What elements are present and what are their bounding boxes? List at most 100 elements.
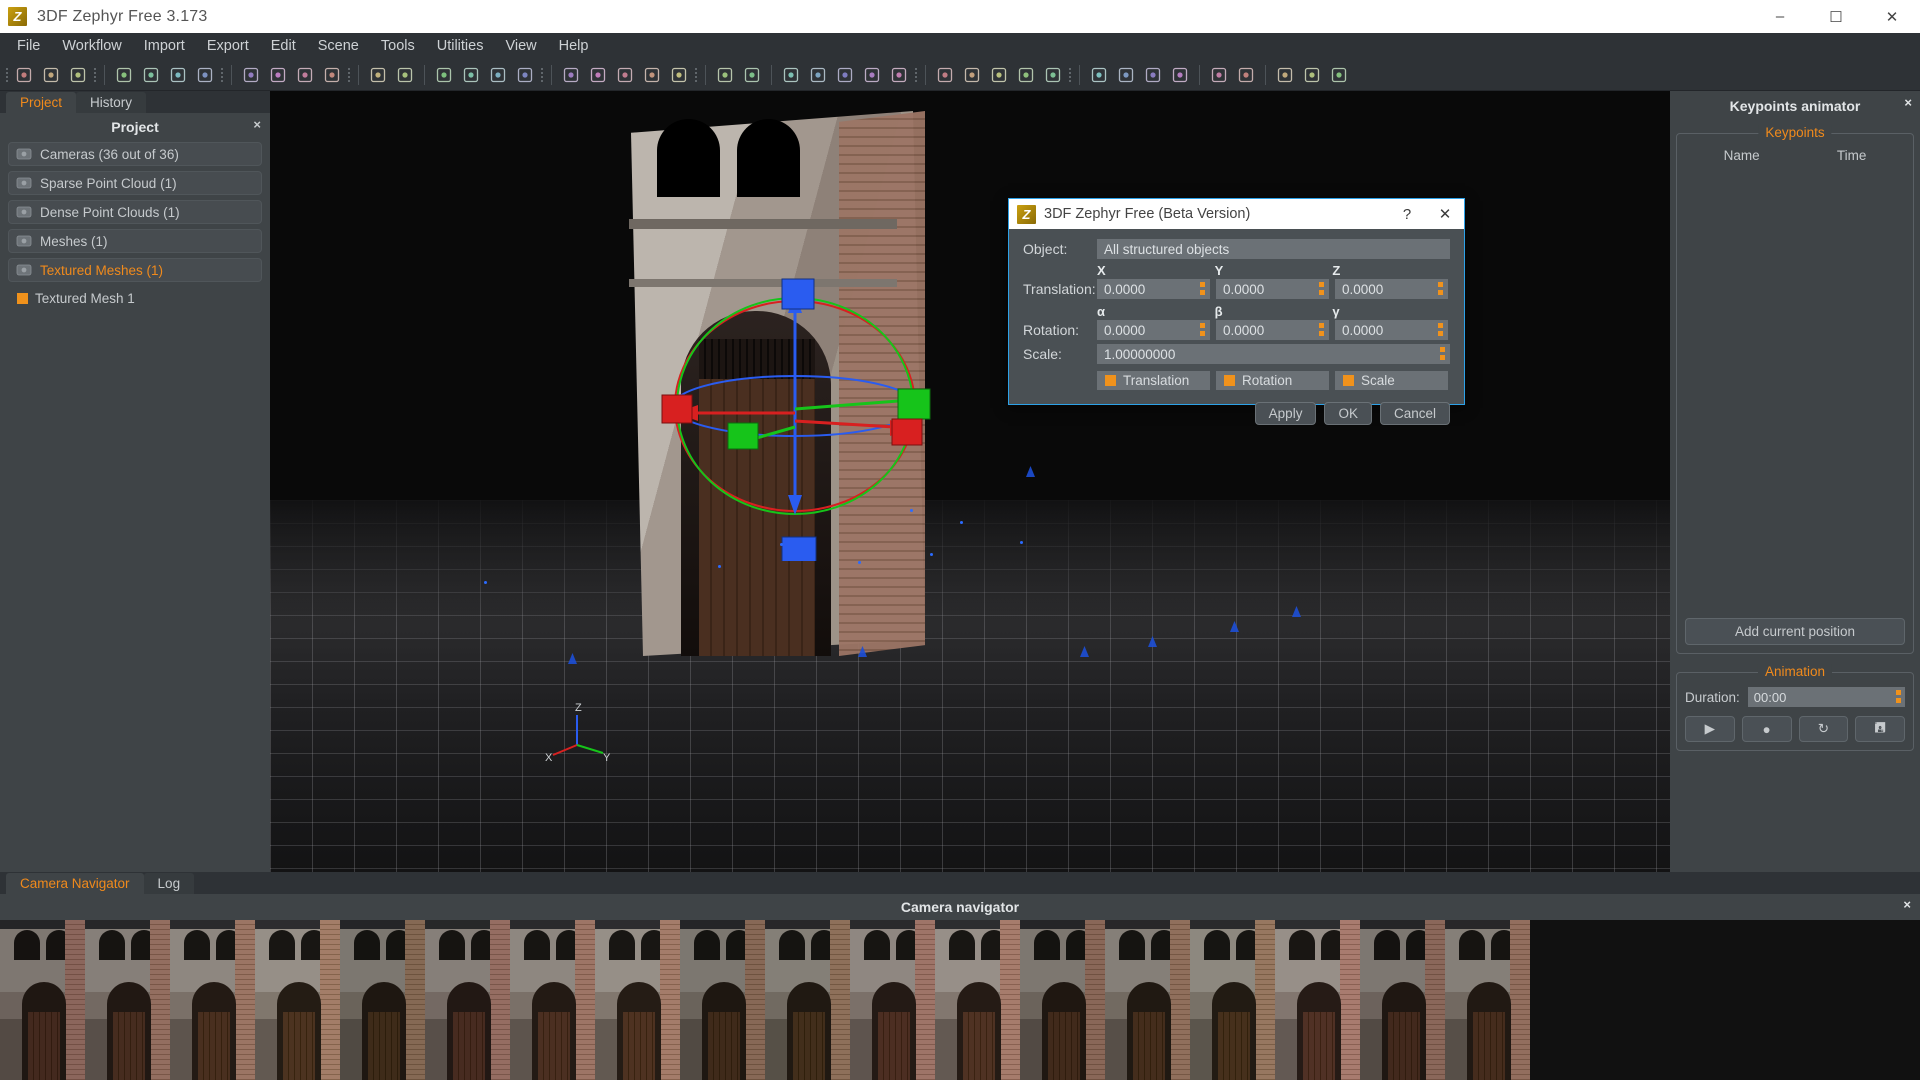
- checkbox-scale[interactable]: Scale: [1335, 371, 1448, 390]
- rotation-beta-field[interactable]: 0.0000: [1216, 320, 1329, 340]
- scale-tool-icon[interactable]: [1167, 62, 1193, 88]
- camera-thumbnail[interactable]: [255, 920, 340, 1080]
- minimize-button[interactable]: –: [1752, 0, 1808, 33]
- keypoints-panel-close-icon[interactable]: ×: [1904, 95, 1912, 110]
- camera-thumbnail[interactable]: [510, 920, 595, 1080]
- camera-thumbnail[interactable]: [935, 920, 1020, 1080]
- toolbar-grip[interactable]: [913, 64, 919, 86]
- camera-thumbnail[interactable]: [340, 920, 425, 1080]
- turntable-icon[interactable]: [292, 62, 318, 88]
- orbit-navigation-icon[interactable]: [265, 62, 291, 88]
- save-project-icon[interactable]: [38, 62, 64, 88]
- camera-thumbnail[interactable]: [1445, 920, 1530, 1080]
- snapshot-icon[interactable]: [1040, 62, 1066, 88]
- contrast-icon[interactable]: [986, 62, 1012, 88]
- help-icon[interactable]: [1326, 62, 1352, 88]
- toolbar-grip[interactable]: [539, 64, 545, 86]
- cancel-button[interactable]: Cancel: [1379, 402, 1450, 425]
- image-icon[interactable]: [1013, 62, 1039, 88]
- dense-cloud-icon[interactable]: [138, 62, 164, 88]
- dialog-close-button[interactable]: ✕: [1426, 199, 1464, 229]
- object-field[interactable]: All structured objects: [1097, 239, 1450, 259]
- ruler-vertical-icon[interactable]: [1140, 62, 1166, 88]
- duration-spinner-icon[interactable]: [1896, 690, 1901, 703]
- ok-button[interactable]: OK: [1324, 402, 1372, 425]
- layers-icon[interactable]: [959, 62, 985, 88]
- pin-tool-icon[interactable]: [1206, 62, 1232, 88]
- rotation-gamma-field[interactable]: 0.0000: [1335, 320, 1448, 340]
- pyramid-tool-icon[interactable]: [431, 62, 457, 88]
- rotation-beta-spinner-icon[interactable]: [1319, 323, 1324, 336]
- textured-mesh-icon[interactable]: [192, 62, 218, 88]
- dialog-help-button[interactable]: ?: [1388, 199, 1426, 229]
- translation-z-spinner-icon[interactable]: [1438, 282, 1443, 295]
- transform-dialog[interactable]: Z 3DF Zephyr Free (Beta Version) ? ✕ Obj…: [1008, 198, 1465, 425]
- view-front-icon[interactable]: [612, 62, 638, 88]
- add-current-position-button[interactable]: Add current position: [1685, 618, 1905, 645]
- import-photos-icon[interactable]: [65, 62, 91, 88]
- view-right-icon[interactable]: [712, 62, 738, 88]
- toolbar-grip[interactable]: [219, 64, 225, 86]
- tab-project[interactable]: Project: [6, 92, 77, 113]
- scale-spinner-icon[interactable]: [1440, 347, 1445, 360]
- textured-mesh-child-item[interactable]: Textured Mesh 1: [8, 287, 262, 309]
- rotation-gamma-spinner-icon[interactable]: [1438, 323, 1443, 336]
- keypoints-list[interactable]: [1685, 163, 1905, 618]
- save-icon[interactable]: 🖪: [1855, 716, 1905, 742]
- checkbox-translation[interactable]: Translation: [1097, 371, 1210, 390]
- project-item-cameras[interactable]: Cameras (36 out of 36): [8, 142, 262, 166]
- toolbar-grip[interactable]: [92, 64, 98, 86]
- view-back-icon[interactable]: [639, 62, 665, 88]
- loop-icon[interactable]: ↻: [1798, 716, 1849, 742]
- scissors-icon[interactable]: [859, 62, 885, 88]
- mesh-icon[interactable]: [165, 62, 191, 88]
- translation-z-field[interactable]: 0.0000: [1335, 279, 1448, 299]
- camera-thumbnail[interactable]: [595, 920, 680, 1080]
- menu-view[interactable]: View: [494, 35, 547, 57]
- menu-import[interactable]: Import: [133, 35, 196, 57]
- toolbar-grip[interactable]: [1067, 64, 1073, 86]
- maximize-button[interactable]: ☐: [1808, 0, 1864, 33]
- grid-icon[interactable]: [886, 62, 912, 88]
- select-area-icon[interactable]: [512, 62, 538, 88]
- wasd-navigation-icon[interactable]: [319, 62, 345, 88]
- checkbox-rotation[interactable]: Rotation: [1216, 371, 1329, 390]
- menu-workflow[interactable]: Workflow: [51, 35, 132, 57]
- measure-icon[interactable]: [832, 62, 858, 88]
- tab-log[interactable]: Log: [143, 873, 195, 894]
- view-top-icon[interactable]: [739, 62, 765, 88]
- open-project-icon[interactable]: [11, 62, 37, 88]
- camera-thumbnail[interactable]: [1360, 920, 1445, 1080]
- camera-thumbnail[interactable]: [170, 920, 255, 1080]
- crop-icon[interactable]: [585, 62, 611, 88]
- translation-y-field[interactable]: 0.0000: [1216, 279, 1329, 299]
- camera-thumbnail-strip[interactable]: [0, 920, 1920, 1080]
- camera-thumbnail[interactable]: [1020, 920, 1105, 1080]
- apply-button[interactable]: Apply: [1254, 402, 1317, 425]
- camera-thumbnail[interactable]: [85, 920, 170, 1080]
- light-bulb-icon[interactable]: [365, 62, 391, 88]
- camera-thumbnail[interactable]: [765, 920, 850, 1080]
- project-item-textured[interactable]: Textured Meshes (1): [8, 258, 262, 282]
- box-select-icon[interactable]: [558, 62, 584, 88]
- project-item-sparse[interactable]: Sparse Point Cloud (1): [8, 171, 262, 195]
- wrench-icon[interactable]: [1233, 62, 1259, 88]
- menu-tools[interactable]: Tools: [370, 35, 426, 57]
- tab-history[interactable]: History: [76, 92, 147, 113]
- record-icon[interactable]: ●: [1741, 716, 1792, 742]
- table-icon[interactable]: [1086, 62, 1112, 88]
- select-points-icon[interactable]: [485, 62, 511, 88]
- scale-field[interactable]: 1.00000000: [1097, 344, 1450, 364]
- filter-icon[interactable]: [932, 62, 958, 88]
- camera-thumbnail[interactable]: [850, 920, 935, 1080]
- glasses-icon[interactable]: [1299, 62, 1325, 88]
- project-item-meshes[interactable]: Meshes (1): [8, 229, 262, 253]
- view-left-icon[interactable]: [666, 62, 692, 88]
- transform-gizmo[interactable]: [650, 231, 940, 561]
- translation-x-field[interactable]: 0.0000: [1097, 279, 1210, 299]
- toolbar-grip[interactable]: [4, 64, 10, 86]
- marker-tool-icon[interactable]: [458, 62, 484, 88]
- menu-utilities[interactable]: Utilities: [426, 35, 495, 57]
- cone-tool-icon[interactable]: [392, 62, 418, 88]
- menu-export[interactable]: Export: [196, 35, 260, 57]
